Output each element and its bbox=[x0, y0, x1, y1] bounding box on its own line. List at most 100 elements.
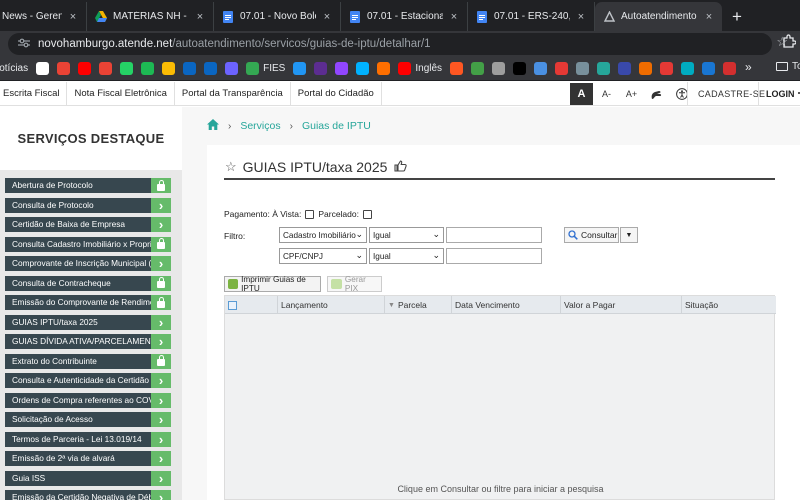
service-item[interactable]: Solicitação de Acesso › bbox=[5, 412, 171, 427]
service-item[interactable]: GUIAS DÍVIDA ATIVA/PARCELAMENTOS› bbox=[5, 334, 171, 349]
chevron-right-icon[interactable]: › bbox=[151, 314, 171, 330]
breadcrumb-servicos[interactable]: Serviços bbox=[240, 120, 280, 132]
column-header-vencimento[interactable]: Data Vencimento bbox=[452, 296, 561, 314]
bookmark-item[interactable] bbox=[534, 62, 548, 75]
breadcrumb-guias-iptu[interactable]: Guias de IPTU bbox=[302, 120, 371, 132]
service-item[interactable]: Emissão de 2ª via de alvará › bbox=[5, 451, 171, 466]
browser-tab[interactable]: 07.01 - ERS-240, tela × bbox=[468, 2, 595, 31]
column-header-lancamento[interactable]: Lançamento bbox=[278, 296, 385, 314]
font-decrease-button[interactable]: A- bbox=[595, 83, 618, 105]
bookmark-item[interactable] bbox=[639, 62, 653, 75]
chevron-right-icon[interactable]: › bbox=[151, 392, 171, 408]
bookmark-item[interactable] bbox=[162, 62, 176, 75]
tab-close-icon[interactable]: × bbox=[193, 11, 207, 23]
chevron-right-icon[interactable]: › bbox=[151, 256, 171, 271]
bookmark-item[interactable] bbox=[36, 62, 50, 75]
filter-field-select-2[interactable]: CPF/CNPJ ⌄ bbox=[279, 248, 367, 264]
filter-value-input-2[interactable] bbox=[446, 248, 542, 264]
select-all-checkbox[interactable] bbox=[228, 300, 237, 310]
filter-value-input-1[interactable] bbox=[446, 227, 542, 243]
nav-link-escrita-fiscal[interactable]: Escrita Fiscal bbox=[0, 81, 68, 106]
lock-icon[interactable] bbox=[151, 178, 171, 193]
font-default-button[interactable]: A bbox=[570, 83, 593, 105]
bookmark-item[interactable] bbox=[204, 62, 218, 75]
bookmark-item[interactable] bbox=[225, 62, 239, 75]
register-link[interactable]: CADASTRE-SE bbox=[687, 82, 765, 106]
bookmark-item[interactable] bbox=[660, 62, 674, 75]
chevron-right-icon[interactable]: › bbox=[151, 431, 171, 447]
bookmarks-overflow-icon[interactable]: » bbox=[745, 60, 752, 74]
login-link[interactable]: LOGIN bbox=[758, 82, 800, 106]
bookmark-item[interactable] bbox=[377, 62, 391, 75]
browser-tab[interactable]: MATÉRIAS NH - Google × bbox=[87, 2, 214, 31]
lock-icon[interactable] bbox=[151, 353, 171, 369]
service-item[interactable]: Extrato do Contribuinte bbox=[5, 353, 171, 369]
bookmark-item[interactable] bbox=[356, 62, 370, 75]
service-item[interactable]: Emissão da Certidão Negativa de Débi... › bbox=[5, 490, 171, 500]
bookmark-item[interactable]: FIES bbox=[246, 62, 285, 75]
column-header-parcela[interactable]: ▼ Parcela bbox=[385, 296, 452, 314]
generate-pix-button[interactable]: Gerar PIX bbox=[327, 275, 382, 293]
service-item[interactable]: Consulta de Contracheque bbox=[5, 275, 171, 291]
site-info-icon[interactable] bbox=[18, 37, 30, 51]
lock-icon[interactable] bbox=[151, 236, 171, 252]
filter-operator-select-1[interactable]: Igual ⌄ bbox=[369, 227, 444, 243]
bookmark-item[interactable] bbox=[450, 62, 464, 75]
browser-tab[interactable]: News - Gerenciar × bbox=[0, 2, 87, 31]
service-item[interactable]: GUIAS IPTU/taxa 2025 › bbox=[5, 314, 171, 330]
service-item[interactable]: Ordens de Compra referentes ao COVI... › bbox=[5, 392, 171, 408]
nav-link-transparencia[interactable]: Portal da Transparência bbox=[175, 81, 291, 106]
bookmark-item[interactable] bbox=[723, 62, 737, 75]
a-vista-checkbox[interactable] bbox=[305, 209, 315, 219]
service-item[interactable]: Guia ISS › bbox=[5, 470, 171, 486]
font-increase-button[interactable]: A+ bbox=[620, 83, 643, 105]
tab-close-icon[interactable]: × bbox=[702, 11, 716, 23]
service-item[interactable]: Emissão do Comprovante de Rendime... bbox=[5, 295, 171, 310]
service-item[interactable]: Comprovante de Inscrição Municipal (... › bbox=[5, 256, 171, 271]
bookmark-item[interactable] bbox=[314, 62, 328, 75]
nav-link-portal-cidadao[interactable]: Portal do Cidadão bbox=[291, 81, 382, 106]
service-item[interactable]: Consulta de Protocolo › bbox=[5, 197, 171, 213]
tab-close-icon[interactable]: × bbox=[66, 11, 80, 23]
tab-close-icon[interactable]: × bbox=[320, 11, 334, 23]
browser-tab[interactable]: 07.01 - Novo Boleto N × bbox=[214, 2, 341, 31]
column-header-situacao[interactable]: Situação bbox=[682, 296, 774, 314]
extensions-icon[interactable] bbox=[782, 34, 797, 51]
bookmark-item[interactable] bbox=[335, 62, 349, 75]
bookmark-item[interactable] bbox=[141, 62, 155, 75]
chevron-right-icon[interactable]: › bbox=[151, 373, 171, 388]
bookmark-item[interactable]: Inglês bbox=[398, 62, 442, 75]
bookmark-item[interactable] bbox=[555, 62, 569, 75]
lock-icon[interactable] bbox=[151, 275, 171, 291]
bookmark-folder[interactable]: To bbox=[776, 61, 800, 72]
chevron-right-icon[interactable]: › bbox=[151, 451, 171, 466]
bookmark-item[interactable] bbox=[183, 62, 197, 75]
bookmark-item[interactable] bbox=[597, 62, 611, 75]
browser-tab[interactable]: 07.01 - Estacionamento × bbox=[341, 2, 468, 31]
service-item[interactable]: Abertura de Protocolo bbox=[5, 178, 171, 193]
bookmark-item[interactable] bbox=[702, 62, 716, 75]
chevron-right-icon[interactable]: › bbox=[151, 334, 171, 349]
nav-link-nota-fiscal[interactable]: Nota Fiscal Eletrônica bbox=[67, 81, 175, 106]
column-header-valor[interactable]: Valor a Pagar bbox=[561, 296, 682, 314]
chevron-right-icon[interactable]: › bbox=[151, 470, 171, 486]
bookmark-item[interactable] bbox=[492, 62, 506, 75]
bookmark-item[interactable] bbox=[471, 62, 485, 75]
chevron-right-icon[interactable]: › bbox=[151, 412, 171, 427]
consultar-button[interactable]: Consultar bbox=[564, 227, 619, 243]
bookmark-item[interactable] bbox=[618, 62, 632, 75]
chevron-right-icon[interactable]: › bbox=[151, 197, 171, 213]
browser-tab-active[interactable]: Autoatendimento - N × bbox=[595, 2, 722, 31]
bookmark-item[interactable]: Notícias bbox=[0, 63, 28, 74]
bookmark-item[interactable] bbox=[576, 62, 590, 75]
filter-field-select-1[interactable]: Cadastro Imobiliário ⌄ bbox=[279, 227, 367, 243]
chevron-right-icon[interactable]: › bbox=[151, 490, 171, 500]
consultar-options-button[interactable]: ▼ bbox=[620, 227, 638, 243]
home-icon[interactable] bbox=[207, 119, 219, 133]
new-tab-button[interactable]: + bbox=[722, 2, 752, 31]
bookmark-item[interactable] bbox=[293, 62, 307, 75]
bookmark-item[interactable] bbox=[78, 62, 92, 75]
bookmark-item[interactable] bbox=[513, 62, 527, 75]
favorite-star-icon[interactable]: ☆ bbox=[225, 159, 237, 175]
service-item[interactable]: Consulta Cadastro Imobiliário x Propri..… bbox=[5, 236, 171, 252]
